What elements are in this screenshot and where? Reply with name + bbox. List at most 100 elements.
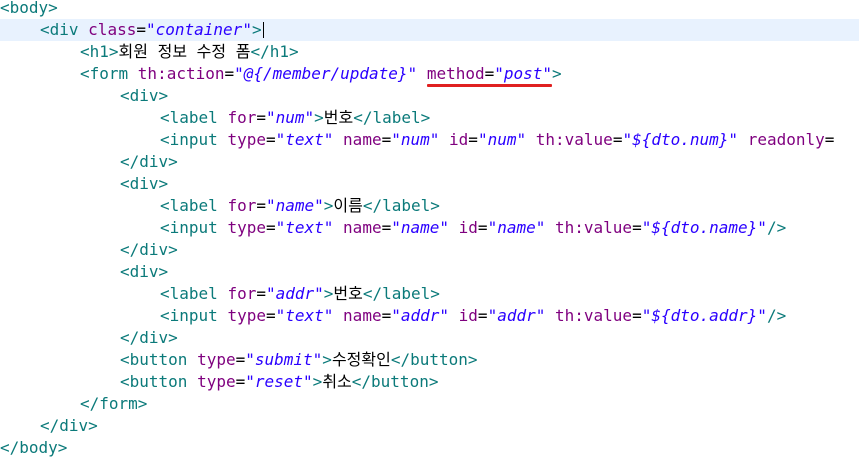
code-text-token: = [136, 20, 146, 39]
code-line-content: <div> [120, 261, 168, 283]
code-line[interactable]: </div> [0, 151, 859, 173]
code-line-content: <div class="container"> [40, 19, 262, 41]
code-editor[interactable]: <body> <div class="container"> <h1>회원 정보 수… [0, 0, 859, 459]
code-text-token: = [381, 218, 392, 237]
code-line[interactable]: </div> [0, 239, 859, 261]
code-text-token: = [265, 130, 276, 149]
code-value-token: "${dto.name}" [641, 218, 767, 237]
code-text-token: = [235, 372, 246, 391]
code-line-content: </div> [120, 151, 178, 173]
code-text-token: = [256, 284, 266, 303]
code-value-token: "name" [391, 218, 450, 237]
code-value-token: "name" [265, 196, 324, 215]
code-text-token: = [256, 196, 266, 215]
code-tag-token: > [552, 64, 562, 83]
code-attribute-token: type [227, 306, 266, 325]
code-line-content: <input type="text" name="addr" id="addr"… [160, 305, 786, 327]
code-line-content: <button type="reset">취소</button> [120, 371, 438, 393]
code-tag-token: <div> [120, 262, 169, 281]
code-value-token: "container" [145, 20, 252, 39]
code-line[interactable]: <body> [0, 0, 859, 19]
code-line[interactable]: <input type="text" name="num" id="num" t… [0, 129, 859, 151]
code-line[interactable]: </div> [0, 327, 859, 349]
code-line[interactable]: <input type="text" name="addr" id="addr"… [0, 305, 859, 327]
code-value-token: "submit" [245, 350, 323, 369]
code-value-token: "text" [275, 306, 334, 325]
code-value-token: "num" [477, 130, 527, 149]
code-tag-token: </h1> [250, 42, 299, 61]
code-tag-token: <div> [120, 174, 169, 193]
text-cursor [263, 22, 264, 38]
code-line-current[interactable]: <div class="container"> [0, 19, 859, 41]
code-line[interactable]: <button type="reset">취소</button> [0, 371, 859, 393]
code-attribute-token: th:value [535, 130, 613, 149]
code-value-token: "${dto.num}" [622, 130, 739, 149]
code-attribute-token: id [458, 306, 478, 325]
code-attribute-token: id [449, 130, 469, 149]
code-line[interactable]: </form> [0, 393, 859, 415]
code-attribute-token: type [227, 130, 266, 149]
code-attribute-token: for [227, 284, 257, 303]
code-tag-token: <label [160, 108, 228, 127]
code-text-token: = [381, 130, 392, 149]
code-text-token: = [477, 306, 488, 325]
code-attribute-token: type [227, 218, 266, 237]
code-line-content: <body> [0, 0, 58, 19]
code-line[interactable]: <label for="num">번호</label> [0, 107, 859, 129]
code-line-content: <div> [120, 85, 168, 107]
code-line[interactable]: <form th:action="@{/member/update}" meth… [0, 63, 859, 87]
code-line[interactable]: <div> [0, 85, 859, 107]
code-attribute-token: th:action [137, 64, 225, 83]
code-text-token: 취소 [322, 372, 352, 391]
code-tag-token: /> [766, 306, 787, 325]
code-tag-token: </div> [120, 240, 178, 259]
code-line[interactable]: <div> [0, 173, 859, 195]
code-text-token: = [235, 350, 246, 369]
code-value-token: "num" [265, 108, 315, 127]
code-line-content: <h1>회원 정보 수정 폼</h1> [80, 41, 299, 63]
code-value-token: "name" [487, 218, 546, 237]
code-value-token: "${dto.addr}" [641, 306, 767, 325]
code-attribute-token: class [88, 20, 137, 39]
code-line-content: <label for="name">이름</label> [160, 195, 440, 217]
code-line-content: <form th:action="@{/member/update}" meth… [80, 63, 562, 85]
code-tag-token: <button [120, 372, 198, 391]
code-tag-token: </body> [0, 438, 68, 457]
code-tag-token: <div [40, 20, 89, 39]
code-text-token: = [632, 218, 642, 237]
code-text-token: = [265, 306, 276, 325]
code-tag-token: </form> [80, 394, 148, 413]
code-line-content: </div> [120, 239, 178, 261]
code-value-token: "addr" [487, 306, 546, 325]
code-line-content: <input type="text" name="num" id="num" t… [160, 129, 834, 151]
code-line[interactable]: <label for="name">이름</label> [0, 195, 859, 217]
code-tag-token: > [312, 372, 323, 391]
code-line-content: </body> [0, 437, 67, 459]
code-value-token: "reset" [245, 372, 313, 391]
code-attribute-token: method [426, 64, 485, 83]
code-line[interactable]: <label for="addr">번호</label> [0, 283, 859, 305]
code-line[interactable]: </div> [0, 415, 859, 437]
code-tag-token: > [322, 350, 332, 369]
code-line[interactable]: <input type="text" name="name" id="name"… [0, 217, 859, 239]
code-attribute-token: readonly [747, 130, 825, 149]
code-line[interactable]: </body> [0, 437, 859, 459]
code-tag-token: </label> [362, 284, 440, 303]
code-attribute-token: for [227, 196, 257, 215]
code-text-token: 번호 [333, 284, 363, 303]
code-tag-token: </div> [120, 152, 178, 171]
code-value-token: "addr" [265, 284, 324, 303]
code-tag-token: <label [160, 284, 228, 303]
code-line-content: <label for="addr">번호</label> [160, 283, 440, 305]
code-line-content: </form> [80, 393, 147, 415]
code-line[interactable]: <h1>회원 정보 수정 폼</h1> [0, 41, 859, 63]
code-tag-token: > [251, 20, 262, 39]
code-line[interactable]: <div> [0, 261, 859, 283]
code-tag-token: <button [120, 350, 198, 369]
code-text-token: = [632, 306, 642, 325]
code-value-token: "text" [275, 130, 334, 149]
code-line[interactable]: <button type="submit">수정확인</button> [0, 349, 859, 371]
